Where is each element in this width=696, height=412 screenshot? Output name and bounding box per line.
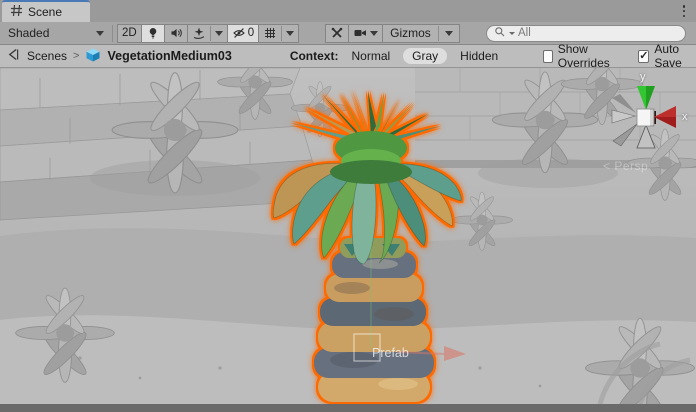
scene-viewport[interactable]: y x < Persp Prefab (0, 68, 696, 404)
speaker-icon (169, 26, 183, 40)
audio-toggle-button[interactable] (164, 24, 188, 43)
prefab-cube-icon (85, 47, 101, 66)
scene-effects-dropdown-button[interactable] (187, 24, 228, 43)
scene-search-box (486, 25, 686, 42)
scene-search-input[interactable] (518, 27, 678, 39)
2d-toggle-label: 2D (122, 27, 137, 39)
eye-off-icon (232, 26, 246, 40)
effects-sparkle-icon (192, 26, 206, 40)
camera-icon (353, 26, 368, 40)
shading-mode-dropdown[interactable]: Shaded (4, 24, 110, 43)
lightbulb-icon (146, 26, 160, 40)
prefab-context-bar: Scenes > VegetationMedium03 Context: Nor… (0, 45, 696, 68)
split-divider (438, 26, 439, 41)
check-icon: ✓ (639, 51, 648, 62)
chevron-down-icon (370, 31, 378, 36)
grid-snap-icon (263, 26, 277, 40)
grid-visibility-dropdown-button[interactable] (258, 24, 299, 43)
tab-label: Scene (28, 5, 62, 19)
back-arrow-icon[interactable] (6, 47, 21, 65)
auto-save-label: Auto Save (654, 42, 690, 70)
split-divider (210, 26, 211, 41)
context-label: Context: (290, 49, 339, 63)
window-bottom-border (0, 404, 696, 412)
split-divider (281, 26, 282, 41)
shading-mode-label: Shaded (8, 26, 49, 40)
tab-strip: Scene (0, 0, 696, 22)
lighting-toggle-button[interactable] (141, 24, 165, 43)
component-tools-button[interactable] (325, 24, 349, 43)
camera-dropdown-button[interactable] (348, 24, 383, 43)
2d-toggle-button[interactable]: 2D (117, 24, 142, 43)
breadcrumb-root[interactable]: Scenes (27, 49, 67, 63)
tools-icon (330, 26, 344, 40)
context-mode-hidden[interactable]: Hidden (451, 48, 507, 64)
chevron-down-icon (96, 31, 104, 36)
breadcrumb: Scenes > VegetationMedium03 (6, 47, 232, 66)
scene-view-window: Scene Shaded 2D (0, 0, 696, 412)
gizmos-dropdown-button[interactable]: Gizmos (382, 24, 460, 43)
chevron-down-icon (286, 31, 294, 36)
scene-render (0, 68, 696, 404)
toolbar-separator (112, 25, 113, 42)
breadcrumb-separator: > (73, 50, 79, 62)
search-icon (494, 26, 506, 41)
show-overrides-checkbox[interactable] (543, 50, 553, 63)
context-mode-normal[interactable]: Normal (342, 48, 399, 64)
gizmos-label: Gizmos (383, 26, 438, 40)
chevron-down-icon (445, 31, 453, 36)
chevron-down-icon (215, 31, 223, 36)
context-mode-gray[interactable]: Gray (403, 48, 447, 64)
breadcrumb-current-prefab[interactable]: VegetationMedium03 (107, 49, 231, 63)
search-filter-caret-icon[interactable] (509, 32, 515, 35)
show-overrides-checkbox-group[interactable]: Show Overrides (543, 42, 616, 70)
hidden-objects-toggle-button[interactable]: 0 (227, 24, 259, 43)
auto-save-checkbox[interactable]: ✓ (638, 50, 649, 63)
scene-grid-icon (11, 5, 22, 19)
auto-save-checkbox-group[interactable]: ✓ Auto Save (638, 42, 690, 70)
hidden-objects-count: 0 (248, 27, 254, 39)
tab-scene[interactable]: Scene (2, 0, 90, 22)
show-overrides-label: Show Overrides (558, 42, 616, 70)
kebab-menu-icon[interactable] (678, 4, 690, 18)
